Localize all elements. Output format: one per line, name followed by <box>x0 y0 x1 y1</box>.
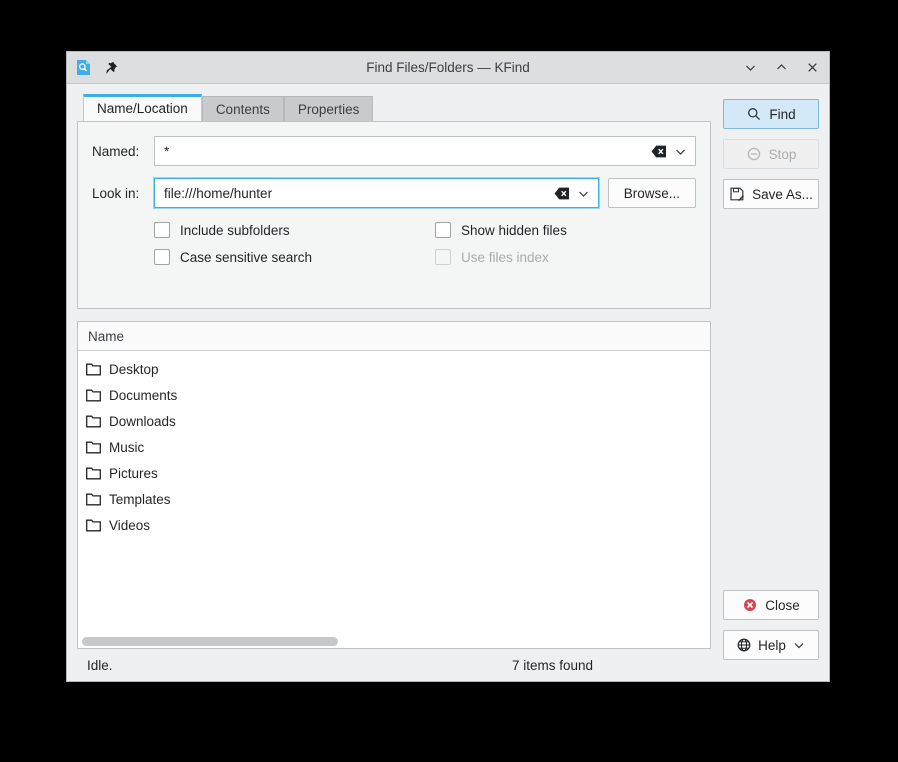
list-item[interactable]: Pictures <box>78 460 710 486</box>
magnifier-icon <box>746 106 762 122</box>
look-in-label: Look in: <box>92 186 154 201</box>
find-button[interactable]: Find <box>723 99 819 129</box>
folder-icon <box>84 361 102 377</box>
list-item[interactable]: Music <box>78 434 710 460</box>
list-item-label: Videos <box>109 518 150 533</box>
checkbox-box <box>435 249 451 265</box>
minimize-button[interactable] <box>739 57 761 79</box>
named-input[interactable]: * <box>154 136 696 166</box>
save-as-button-label: Save As... <box>752 187 813 202</box>
window-body: Name/Location Contents Properties Named:… <box>67 84 829 681</box>
list-item-label: Desktop <box>109 362 159 377</box>
checkbox-include-subfolders[interactable]: Include subfolders <box>154 222 435 238</box>
folder-icon <box>84 517 102 533</box>
results-column-header[interactable]: Name <box>78 322 710 351</box>
list-item[interactable]: Videos <box>78 512 710 538</box>
checkbox-show-hidden-files[interactable]: Show hidden files <box>435 222 696 238</box>
checkbox-label: Use files index <box>461 250 549 265</box>
named-input-value: * <box>164 144 650 159</box>
tab-contents[interactable]: Contents <box>202 96 284 121</box>
tab-name-location[interactable]: Name/Location <box>83 94 202 121</box>
help-globe-icon <box>736 637 752 653</box>
list-item-label: Documents <box>109 388 177 403</box>
checkbox-box <box>154 222 170 238</box>
tab-properties[interactable]: Properties <box>284 96 374 121</box>
find-button-label: Find <box>769 107 795 122</box>
stop-circle-icon <box>746 146 762 162</box>
list-item-label: Pictures <box>109 466 158 481</box>
stop-button-label: Stop <box>769 147 797 162</box>
browse-button[interactable]: Browse... <box>608 178 696 208</box>
checkbox-box <box>154 249 170 265</box>
named-label: Named: <box>92 144 154 159</box>
floppy-save-icon <box>729 186 745 202</box>
results-list-body: Desktop Documents Downloads <box>78 351 710 634</box>
look-in-input[interactable]: file:///home/hunter <box>154 178 599 208</box>
named-row: Named: * <box>92 136 696 166</box>
status-message: Idle. <box>87 658 113 673</box>
list-item[interactable]: Desktop <box>78 356 710 382</box>
folder-icon <box>84 439 102 455</box>
look-in-row: Look in: file:///home/hunter <box>92 178 696 208</box>
list-item[interactable]: Downloads <box>78 408 710 434</box>
bottom-button-group: Close Help <box>723 590 819 681</box>
pushpin-icon[interactable] <box>102 59 120 77</box>
window-title: Find Files/Folders — KFind <box>67 60 829 75</box>
named-dropdown-chevron-down-icon[interactable] <box>672 143 689 159</box>
help-button[interactable]: Help <box>723 630 819 660</box>
kfind-window: Find Files/Folders — KFind Name/Location… <box>66 51 830 682</box>
titlebar-left-controls <box>75 59 120 77</box>
scrollbar-thumb[interactable] <box>82 637 338 646</box>
horizontal-scrollbar[interactable] <box>78 634 710 648</box>
list-item-label: Templates <box>109 492 171 507</box>
list-item[interactable]: Templates <box>78 486 710 512</box>
close-button-action[interactable]: Close <box>723 590 819 620</box>
checkbox-label: Show hidden files <box>461 223 567 238</box>
search-options: Include subfolders Show hidden files Cas… <box>154 222 696 265</box>
folder-icon <box>84 413 102 429</box>
checkbox-use-files-index: Use files index <box>435 249 696 265</box>
status-item-count: 7 items found <box>512 658 593 673</box>
folder-icon <box>84 491 102 507</box>
help-dropdown-chevron-down-icon[interactable] <box>792 638 806 652</box>
save-as-button[interactable]: Save As... <box>723 179 819 209</box>
checkbox-label: Case sensitive search <box>180 250 312 265</box>
checkbox-case-sensitive-search[interactable]: Case sensitive search <box>154 249 435 265</box>
main-column: Name/Location Contents Properties Named:… <box>77 94 711 681</box>
folder-icon <box>84 387 102 403</box>
search-criteria-panel: Named: * <box>77 121 711 309</box>
folder-icon <box>84 465 102 481</box>
checkbox-label: Include subfolders <box>180 223 290 238</box>
title-bar: Find Files/Folders — KFind <box>67 52 829 84</box>
look-in-dropdown-chevron-down-icon[interactable] <box>575 185 592 201</box>
list-item-label: Music <box>109 440 144 455</box>
close-button[interactable] <box>801 57 823 79</box>
checkbox-box <box>435 222 451 238</box>
look-in-input-value: file:///home/hunter <box>164 186 553 201</box>
clear-backspace-icon[interactable] <box>553 185 571 201</box>
list-item[interactable]: Documents <box>78 382 710 408</box>
status-bar: Idle. 7 items found <box>77 649 603 681</box>
results-list[interactable]: Name Desktop Documents <box>77 321 711 649</box>
stop-button: Stop <box>723 139 819 169</box>
tab-bar: Name/Location Contents Properties <box>83 94 711 121</box>
help-button-label: Help <box>758 638 786 653</box>
close-circle-red-icon <box>742 597 758 613</box>
clear-backspace-icon[interactable] <box>650 143 668 159</box>
column-header-name: Name <box>88 329 124 344</box>
maximize-button[interactable] <box>770 57 792 79</box>
window-controls <box>739 57 823 79</box>
kfind-document-search-icon <box>75 59 92 76</box>
list-item-label: Downloads <box>109 414 176 429</box>
close-button-label: Close <box>765 598 800 613</box>
action-button-column: Find Stop Save As... <box>723 94 819 681</box>
